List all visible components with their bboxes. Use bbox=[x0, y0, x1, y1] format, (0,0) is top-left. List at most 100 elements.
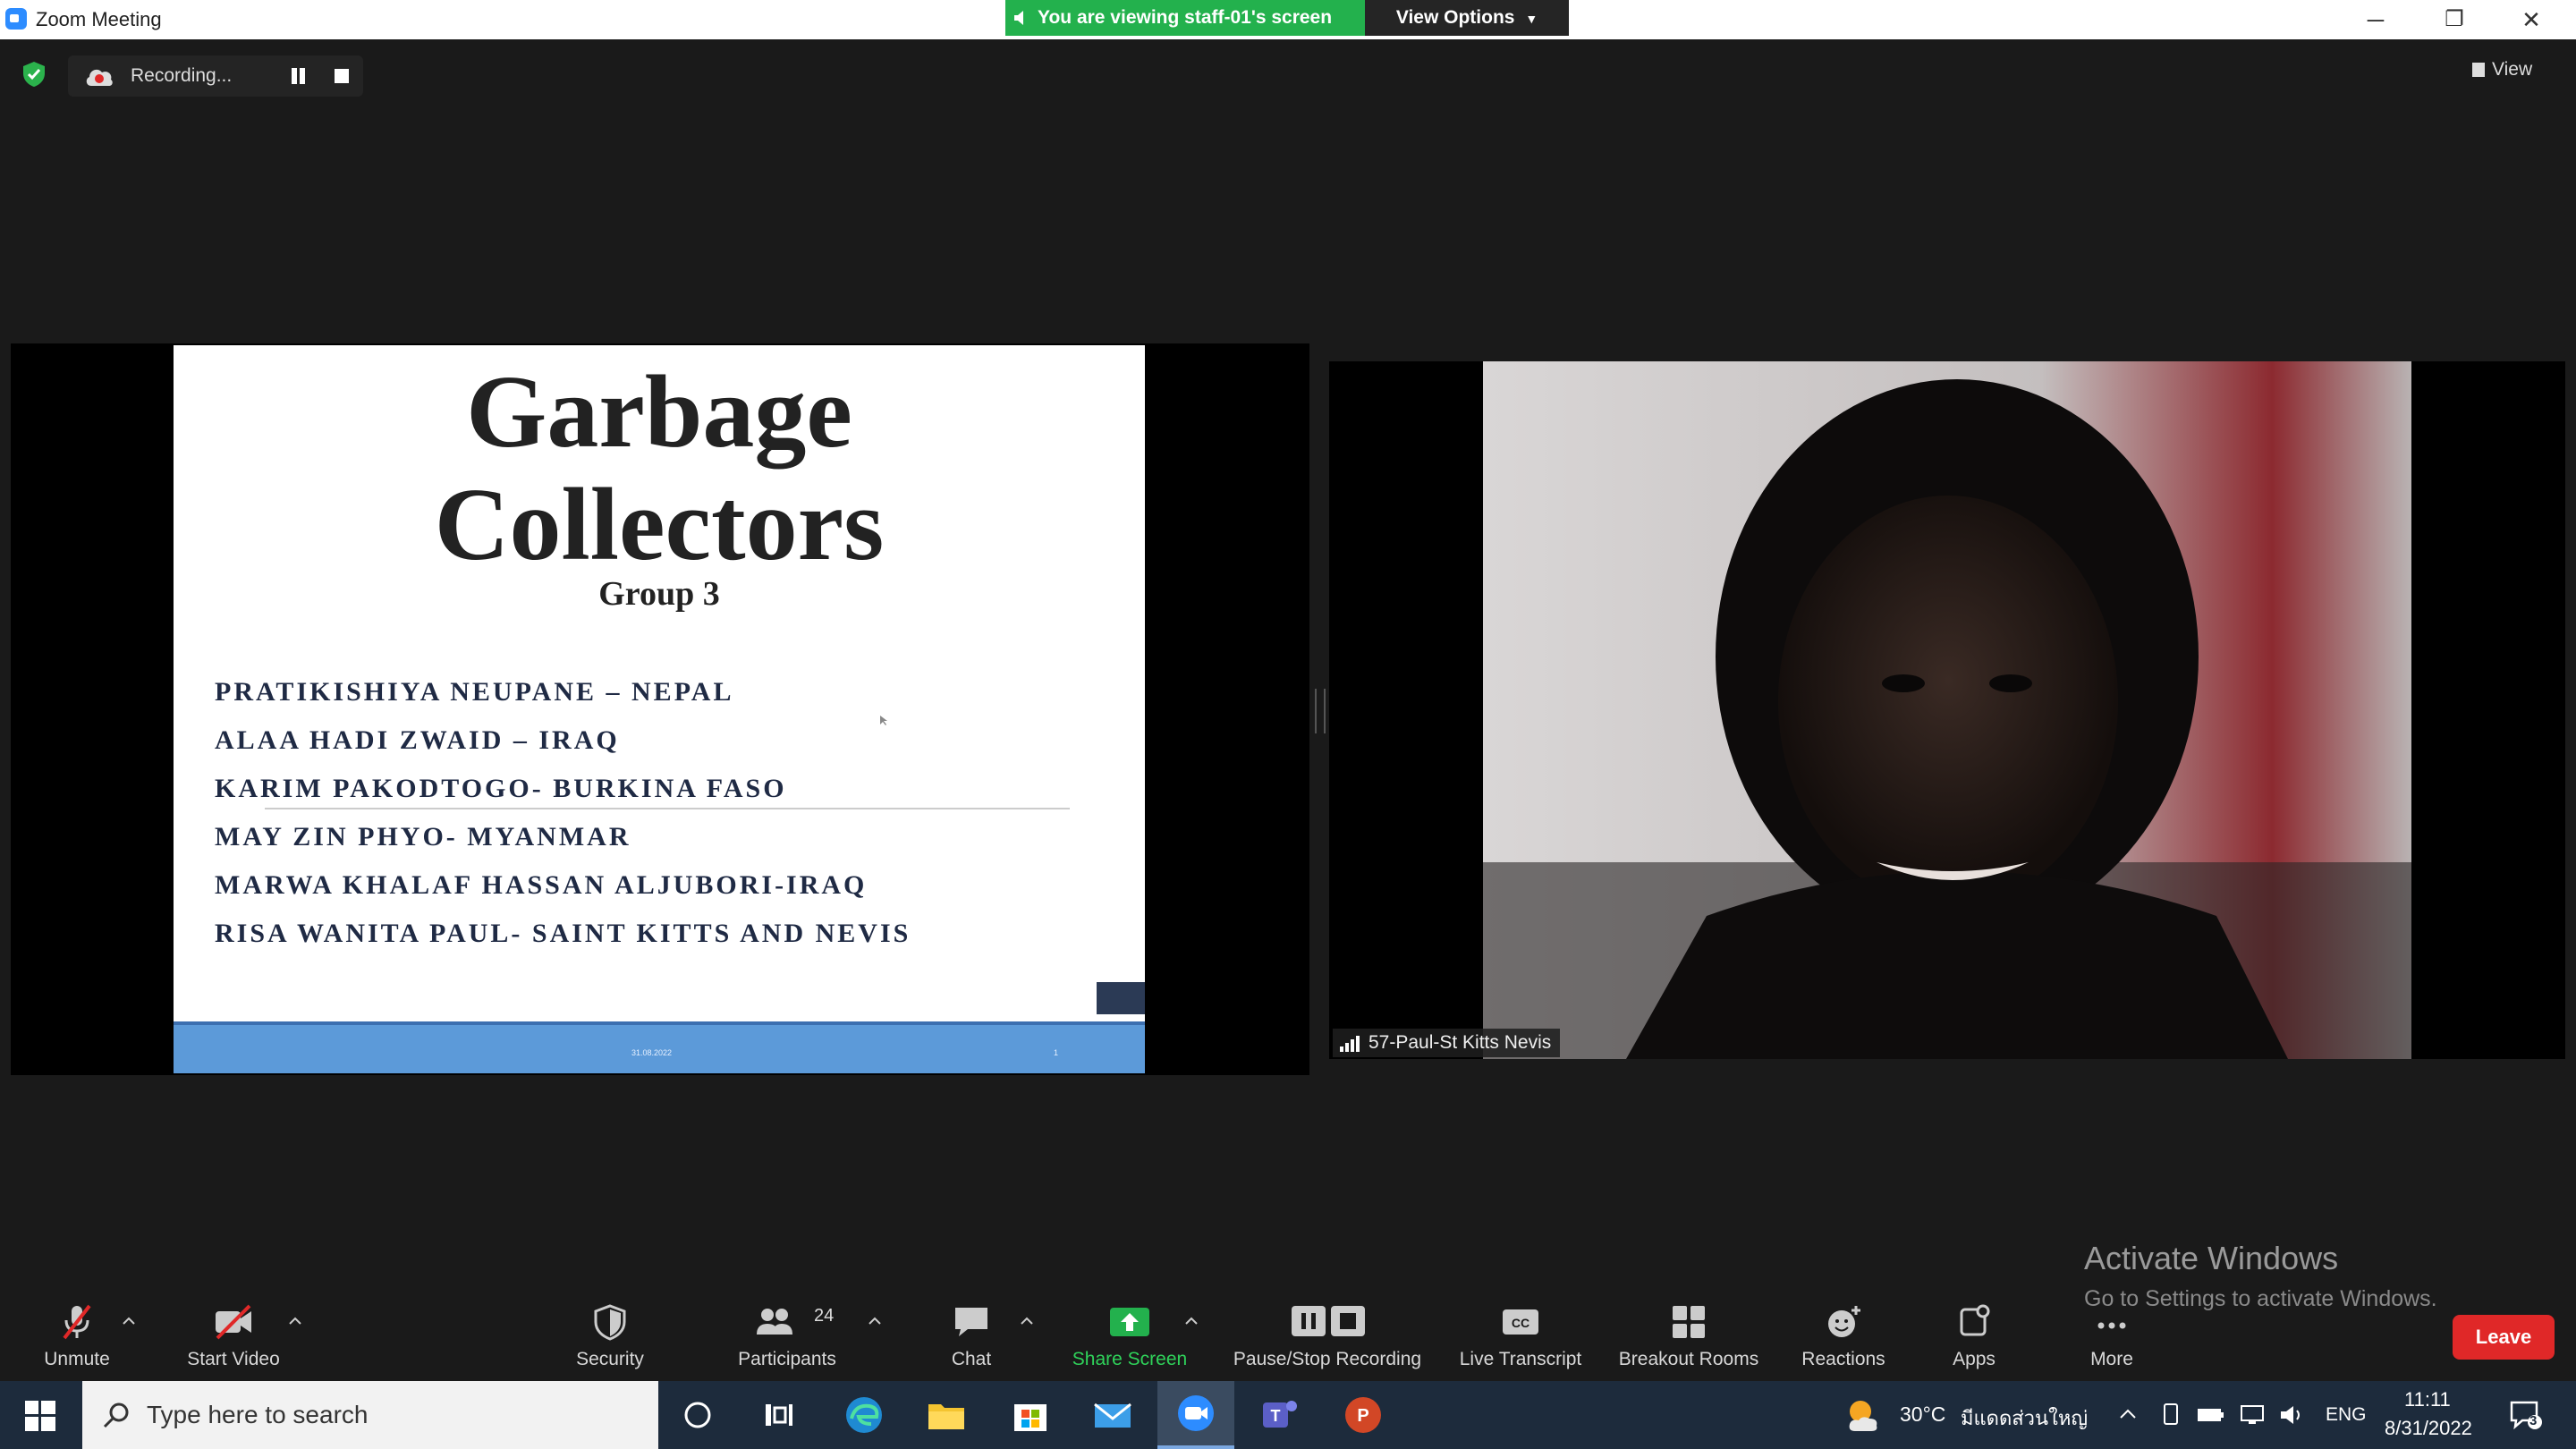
language-indicator[interactable]: ENG bbox=[2326, 1404, 2367, 1426]
speaker-icon bbox=[1014, 11, 1023, 25]
participant-video-tile[interactable]: 57-Paul-St Kitts Nevis bbox=[1329, 361, 2565, 1059]
microsoft-store-icon[interactable] bbox=[1009, 1394, 1052, 1436]
slide-footer-date: 31.08.2022 bbox=[631, 1048, 673, 1057]
chat-options-caret-icon[interactable] bbox=[1020, 1315, 1034, 1326]
search-placeholder: Type here to search bbox=[147, 1401, 369, 1428]
member-item: PRATIKISHIYA NEUPANE – NEPAL bbox=[215, 677, 734, 707]
stop-recording-icon[interactable] bbox=[335, 69, 349, 83]
leave-button[interactable]: Leave bbox=[2453, 1315, 2555, 1360]
microphone-muted-icon bbox=[63, 1304, 91, 1340]
chat-button[interactable]: Chat bbox=[936, 1297, 1007, 1377]
member-list: PRATIKISHIYA NEUPANE – NEPAL ALAA HADI Z… bbox=[215, 676, 911, 966]
edge-browser-icon[interactable] bbox=[843, 1394, 886, 1436]
chevron-up-icon[interactable] bbox=[2118, 1404, 2138, 1424]
mouse-cursor-icon bbox=[880, 716, 887, 725]
window-title: Zoom Meeting bbox=[36, 8, 162, 30]
share-banner-text: You are viewing staff-01's screen bbox=[1038, 7, 1333, 28]
slide-title: Garbage Collectors bbox=[174, 356, 1145, 581]
task-view-icon[interactable] bbox=[757, 1394, 800, 1436]
mail-icon[interactable] bbox=[1091, 1394, 1134, 1436]
participant-video-frame bbox=[1483, 361, 2411, 1059]
minimize-button[interactable]: ─ bbox=[2340, 0, 2411, 39]
video-options-caret-icon[interactable] bbox=[288, 1315, 302, 1326]
view-icon bbox=[2472, 63, 2485, 77]
participants-button[interactable]: 24 Participants bbox=[726, 1297, 848, 1377]
svg-text:T: T bbox=[1271, 1407, 1281, 1425]
audio-options-caret-icon[interactable] bbox=[122, 1315, 136, 1326]
member-item: KARIM PAKODTOGO- BURKINA FASO bbox=[215, 774, 787, 803]
title-bar: Zoom Meeting You are viewing staff-01's … bbox=[0, 0, 2576, 39]
weather-sun-cloud-icon[interactable] bbox=[1843, 1395, 1884, 1435]
chat-bubble-icon bbox=[955, 1308, 987, 1336]
clock-time[interactable]: 11:11 bbox=[2404, 1388, 2451, 1411]
view-options-button[interactable]: View Options ▼ bbox=[1365, 0, 1569, 36]
apps-button[interactable]: Apps bbox=[1932, 1297, 2016, 1377]
restore-button[interactable]: ❐ bbox=[2419, 0, 2490, 39]
share-screen-button[interactable]: Share Screen bbox=[1063, 1297, 1197, 1377]
slide-page-number: 1 bbox=[1054, 1048, 1059, 1057]
share-options-caret-icon[interactable] bbox=[1184, 1315, 1199, 1326]
emoji-add-icon bbox=[1828, 1306, 1860, 1337]
view-label: View bbox=[2492, 59, 2533, 80]
pane-resize-handle[interactable] bbox=[1315, 689, 1326, 733]
participants-icon bbox=[757, 1309, 793, 1335]
slide-divider bbox=[265, 808, 1070, 809]
pause-stop-recording-label: Pause/Stop Recording bbox=[1233, 1349, 1422, 1369]
share-screen-icon bbox=[1110, 1308, 1149, 1336]
device-icon[interactable] bbox=[2159, 1402, 2182, 1428]
view-options-label: View Options bbox=[1395, 7, 1515, 28]
unmute-button[interactable]: Unmute bbox=[27, 1297, 127, 1377]
network-icon[interactable] bbox=[2240, 1402, 2268, 1428]
close-button[interactable]: ✕ bbox=[2496, 0, 2567, 39]
svg-text:CC: CC bbox=[1512, 1316, 1530, 1330]
chevron-down-icon: ▼ bbox=[1525, 12, 1538, 26]
slide-title-line1: Garbage bbox=[466, 355, 852, 470]
zoom-app-icon bbox=[5, 8, 27, 30]
cloud-recording-icon bbox=[86, 69, 113, 86]
activate-windows-title: Activate Windows bbox=[2084, 1240, 2339, 1276]
pause-recording-icon[interactable] bbox=[290, 68, 308, 84]
view-layout-button[interactable]: View bbox=[2472, 55, 2562, 84]
participant-name-tag: 57-Paul-St Kitts Nevis bbox=[1333, 1029, 1561, 1057]
participant-name: 57-Paul-St Kitts Nevis bbox=[1368, 1032, 1552, 1053]
recording-indicator: Recording... bbox=[68, 55, 363, 97]
reactions-label: Reactions bbox=[1801, 1349, 1885, 1369]
presentation-slide: Garbage Collectors Group 3 PRATIKISHIYA … bbox=[174, 345, 1145, 1073]
start-video-button[interactable]: Start Video bbox=[175, 1297, 292, 1377]
weather-description[interactable]: มีแดดส่วนใหญ่ bbox=[1961, 1402, 2088, 1434]
video-camera-off-icon bbox=[216, 1304, 251, 1340]
pause-stop-recording-button[interactable]: Pause/Stop Recording bbox=[1225, 1297, 1429, 1377]
battery-icon[interactable] bbox=[2197, 1404, 2225, 1426]
chat-label: Chat bbox=[951, 1349, 992, 1369]
clock-date[interactable]: 8/31/2022 bbox=[2385, 1417, 2472, 1440]
breakout-rooms-icon bbox=[1673, 1306, 1705, 1338]
security-shield-icon[interactable] bbox=[21, 61, 47, 88]
shield-icon bbox=[594, 1304, 626, 1341]
file-explorer-icon[interactable] bbox=[925, 1394, 968, 1436]
taskbar-search-box[interactable]: Type here to search bbox=[82, 1381, 658, 1449]
more-dots-icon bbox=[2097, 1322, 2126, 1329]
reactions-button[interactable]: Reactions bbox=[1792, 1297, 1894, 1377]
breakout-rooms-button[interactable]: Breakout Rooms bbox=[1610, 1297, 1767, 1377]
more-button[interactable]: More bbox=[2070, 1297, 2154, 1377]
member-item: ALAA HADI ZWAID – IRAQ bbox=[215, 725, 620, 755]
svg-text:P: P bbox=[1357, 1406, 1368, 1426]
cortana-icon[interactable] bbox=[676, 1394, 719, 1436]
powerpoint-icon[interactable]: P bbox=[1342, 1394, 1385, 1436]
slide-subtitle: Group 3 bbox=[598, 575, 720, 613]
viewing-share-banner: You are viewing staff-01's screen bbox=[1005, 0, 1365, 36]
share-screen-label: Share Screen bbox=[1072, 1349, 1188, 1369]
pause-stop-icon bbox=[1292, 1306, 1365, 1336]
security-button[interactable]: Security bbox=[556, 1297, 664, 1377]
apps-label: Apps bbox=[1953, 1349, 1996, 1369]
signal-strength-icon bbox=[1340, 1036, 1360, 1052]
live-transcript-button[interactable]: CC Live Transcript bbox=[1453, 1297, 1589, 1377]
volume-icon[interactable] bbox=[2279, 1402, 2306, 1428]
weather-temperature[interactable]: 30°C bbox=[1900, 1402, 1945, 1427]
participants-options-caret-icon[interactable] bbox=[868, 1315, 882, 1326]
zoom-taskbar-button-active[interactable] bbox=[1157, 1381, 1234, 1449]
teams-icon[interactable]: T bbox=[1258, 1394, 1301, 1436]
windows-start-icon[interactable] bbox=[25, 1401, 55, 1431]
shared-screen-pane[interactable]: Garbage Collectors Group 3 PRATIKISHIYA … bbox=[11, 343, 1309, 1075]
breakout-rooms-label: Breakout Rooms bbox=[1618, 1349, 1759, 1369]
